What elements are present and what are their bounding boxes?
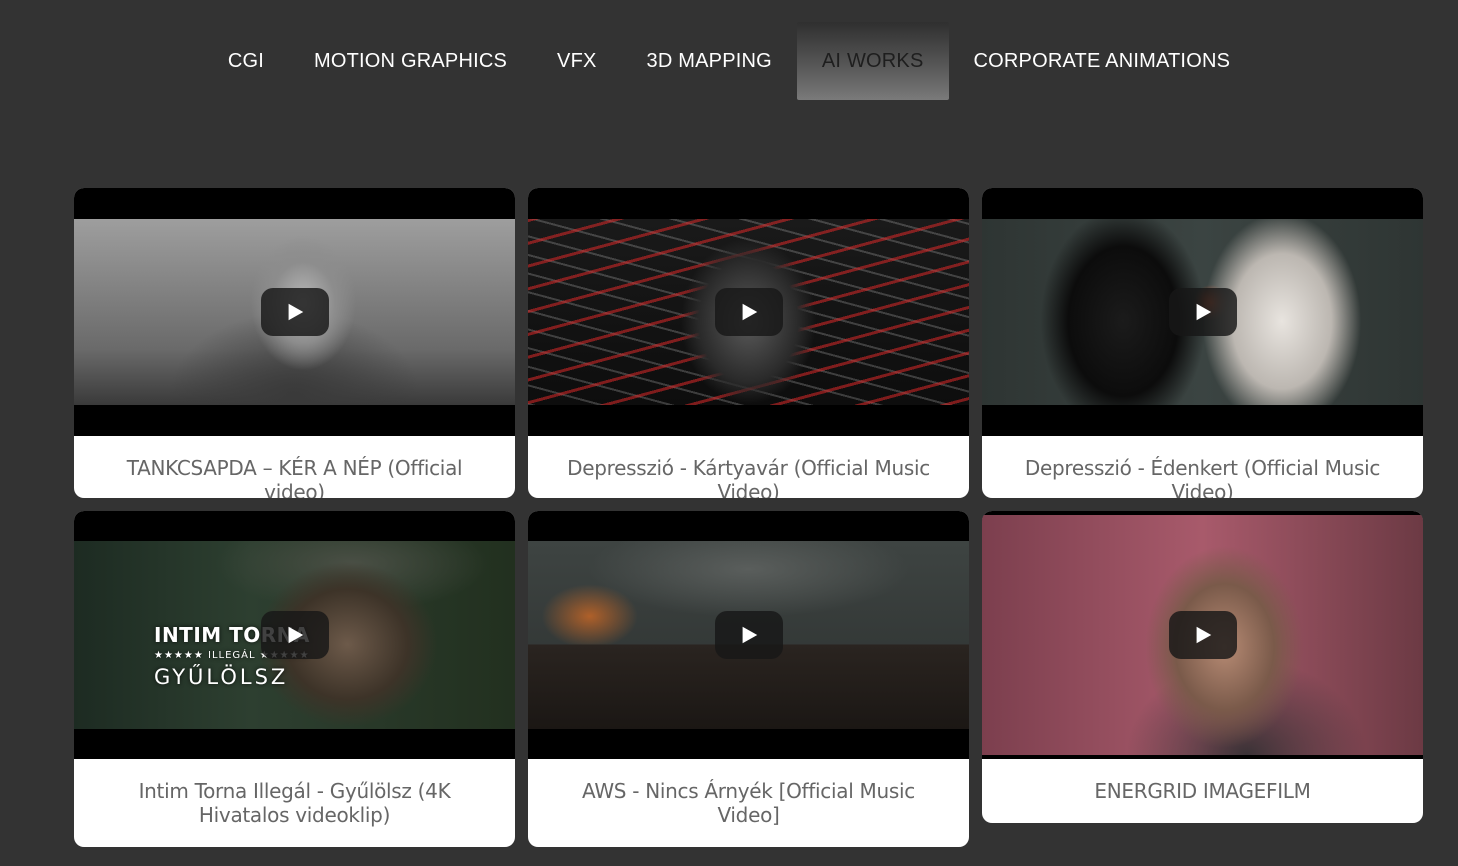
video-card[interactable]: Depresszió - Kártyavár (Official Music V… bbox=[528, 188, 969, 498]
play-button[interactable] bbox=[260, 611, 329, 659]
tab-vfx[interactable]: VFX bbox=[532, 22, 622, 100]
tab-ai-works[interactable]: AI WORKS bbox=[796, 22, 949, 100]
play-icon bbox=[288, 303, 303, 321]
video-thumbnail[interactable] bbox=[74, 188, 515, 436]
video-thumbnail[interactable] bbox=[528, 188, 969, 436]
tab-motion-graphics[interactable]: MOTION GRAPHICS bbox=[289, 22, 532, 100]
video-thumbnail[interactable] bbox=[982, 188, 1423, 436]
video-title: AWS - Nincs Árnyék [Official Music Video… bbox=[582, 779, 915, 827]
video-grid: TANKCSAPDA – KÉR A NÉP (Official video) … bbox=[74, 188, 1423, 847]
play-button[interactable] bbox=[714, 611, 783, 659]
tab-3d-mapping[interactable]: 3D MAPPING bbox=[622, 22, 797, 100]
video-card[interactable]: Depresszió - Édenkert (Official Music Vi… bbox=[982, 188, 1423, 498]
video-title: Depresszió - Édenkert (Official Music Vi… bbox=[1024, 456, 1381, 498]
play-button[interactable] bbox=[1168, 611, 1237, 659]
category-nav: CGI MOTION GRAPHICS VFX 3D MAPPING AI WO… bbox=[0, 22, 1458, 100]
video-thumbnail[interactable]: INTIM TORNA ★★★★★ ILLEGÁL ★★★★★ GYŰLÖLSZ bbox=[74, 511, 515, 759]
video-title: Depresszió - Kártyavár (Official Music V… bbox=[567, 456, 930, 498]
video-card[interactable]: TANKCSAPDA – KÉR A NÉP (Official video) bbox=[74, 188, 515, 498]
video-thumbnail[interactable] bbox=[982, 511, 1423, 759]
video-title: TANKCSAPDA – KÉR A NÉP (Official video) bbox=[126, 456, 463, 498]
play-button[interactable] bbox=[1168, 288, 1237, 336]
video-card[interactable]: ENERGRID IMAGEFILM bbox=[982, 511, 1423, 823]
video-card[interactable]: INTIM TORNA ★★★★★ ILLEGÁL ★★★★★ GYŰLÖLSZ… bbox=[74, 511, 515, 847]
video-title: Intim Torna Illegál - Gyűlölsz (4K Hivat… bbox=[138, 779, 451, 827]
thumbnail-text-line: GYŰLÖLSZ bbox=[154, 665, 289, 689]
video-thumbnail[interactable] bbox=[528, 511, 969, 759]
video-title: ENERGRID IMAGEFILM bbox=[1094, 779, 1311, 803]
play-icon bbox=[742, 303, 757, 321]
play-button[interactable] bbox=[260, 288, 329, 336]
video-card[interactable]: AWS - Nincs Árnyék [Official Music Video… bbox=[528, 511, 969, 847]
play-icon bbox=[1196, 626, 1211, 644]
tab-cgi[interactable]: CGI bbox=[203, 22, 289, 100]
play-icon bbox=[1196, 303, 1211, 321]
play-button[interactable] bbox=[714, 288, 783, 336]
play-icon bbox=[288, 626, 303, 644]
tab-corporate-animations[interactable]: CORPORATE ANIMATIONS bbox=[949, 22, 1256, 100]
play-icon bbox=[742, 626, 757, 644]
